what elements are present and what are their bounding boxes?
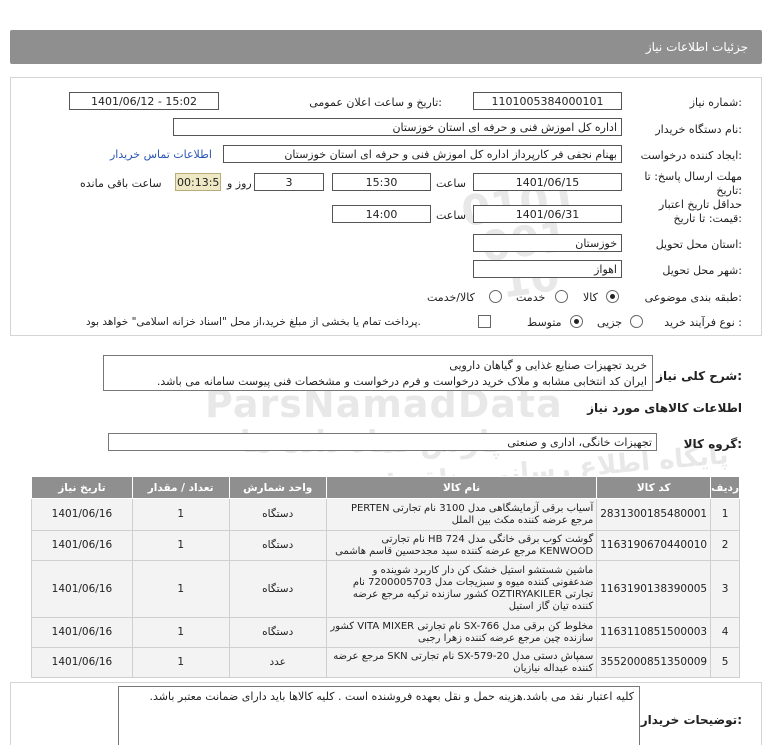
row-name: مخلوط کن برقی مدل SX-766 نام تجارتی VITA… [325,617,598,648]
category-goods-service-label: کالا/خدمت [427,291,475,304]
row-code: 2831300185480001 [596,498,712,531]
row-unit: دستگاه [228,530,327,561]
need-number-label: شماره نیاز: [689,96,742,109]
buyer-contact-link[interactable]: اطلاعات تماس خریدار [110,148,212,161]
category-radio-goods[interactable] [606,290,619,303]
deadline-time-field: 15:30 [332,173,431,191]
row-qty: 1 [131,560,230,618]
process-minor-label: جزیی [597,316,623,329]
city-field: اهواز [473,260,622,278]
row-code: 1163110851500003 [596,617,712,648]
row-name: ماشین شستشو استیل خشک کن دار کاربرد شوین… [325,560,598,618]
category-radio-goods-service[interactable] [489,290,502,303]
col-date: تاریخ نیاز [31,476,133,499]
row-code: 1163190138390005 [596,560,712,618]
province-label: استان محل تحویل: [655,238,742,251]
col-unit: واحد شمارش [228,476,327,499]
row-date: 1401/06/16 [31,530,133,561]
table-row: 4 1163110851500003 مخلوط کن برقی مدل SX-… [31,617,740,648]
row-unit: دستگاه [228,617,327,648]
summary-line-1: خرید تجهیزات صنایع غذایی و گیاهان دارویی [449,359,647,372]
table-row: 3 1163190138390005 ماشین شستشو استیل خشک… [31,560,740,618]
process-radio-medium[interactable] [570,315,583,328]
row-index: 4 [710,617,740,648]
row-unit: دستگاه [228,498,327,531]
row-index: 1 [710,498,740,531]
page-header: جزئیات اطلاعات نیاز [10,30,762,64]
deadline-label: مهلت ارسال پاسخ: تا تاریخ: [644,170,742,197]
buyer-org-field: اداره کل اموزش فنی و حرفه ای استان خوزست… [173,118,622,136]
treasury-payment-note: پرداخت تمام یا بخشی از مبلغ خرید،از محل … [86,316,421,328]
col-name: نام کالا [325,476,598,499]
row-qty: 1 [131,617,230,648]
buyer-notes-box: کلیه اعتبار نقد می باشد.هزینه حمل و نقل … [118,686,640,745]
remaining-timer: 00:13:51 [175,173,221,191]
summary-box: خرید تجهیزات صنایع غذایی و گیاهان دارویی… [103,355,653,391]
days-label: روز و [227,177,252,190]
remaining-label: ساعت باقی مانده [80,177,162,190]
col-code: کد کالا [596,476,712,499]
row-index: 2 [710,530,740,561]
goods-table: ردیف کد کالا نام کالا واحد شمارش تعداد /… [31,476,740,678]
summary-label: شرح کلی نیاز: [656,369,742,383]
category-goods-label: کالا [583,291,598,304]
row-qty: 1 [131,530,230,561]
row-name: گوشت کوب برقی خانگی مدل HB 724 نام تجارت… [325,530,598,561]
process-radio-minor[interactable] [630,315,643,328]
province-field: خوزستان [473,234,622,252]
row-date: 1401/06/16 [31,647,133,678]
validity-date-field: 1401/06/31 [473,205,622,223]
row-qty: 1 [131,498,230,531]
category-radio-service[interactable] [555,290,568,303]
process-medium-label: متوسط [527,316,562,329]
row-index: 5 [710,647,740,678]
row-unit: عدد [228,647,327,678]
row-unit: دستگاه [228,560,327,618]
announce-field: 1401/06/12 - 15:02 [69,92,219,110]
table-row: 2 1163190670440010 گوشت کوب برقی خانگی م… [31,530,740,561]
row-name: سمپاش دستی مدل SX-579-20 نام تجارتی SKN … [325,647,598,678]
goods-group-field: تجهیزات خانگی، اداری و صنعتی [108,433,657,451]
col-index: ردیف [710,476,740,499]
row-code: 3552000851350009 [596,647,712,678]
goods-table-header: ردیف کد کالا نام کالا واحد شمارش تعداد /… [31,476,740,499]
validity-label: حداقل تاریخ اعتبار قیمت: تا تاریخ: [658,198,742,225]
need-number-field: 1101005384000101 [473,92,622,110]
table-row: 1 2831300185480001 آسیاب برقی آزمایشگاهی… [31,498,740,531]
buyer-notes-label: توضیحات خریدار: [640,713,742,727]
row-date: 1401/06/16 [31,498,133,531]
row-date: 1401/06/16 [31,617,133,648]
requester-field: بهنام نجفی فر کارپرداز اداره کل اموزش فن… [223,145,622,163]
col-qty: تعداد / مقدار [131,476,230,499]
row-code: 1163190670440010 [596,530,712,561]
deadline-date-field: 1401/06/15 [473,173,622,191]
row-name: آسیاب برقی آزمایشگاهی مدل 3100 نام تجارت… [325,498,598,531]
deadline-time-label: ساعت [436,177,466,190]
requester-label: ایجاد کننده درخواست: [640,149,742,162]
row-date: 1401/06/16 [31,560,133,618]
treasury-payment-checkbox[interactable] [478,315,491,328]
page-title: جزئیات اطلاعات نیاز [645,40,748,54]
category-label: طبقه بندی موضوعی: [644,291,742,304]
goods-section-title: اطلاعات کالاهای مورد نیاز [587,401,742,415]
city-label: شهر محل تحویل: [662,264,742,277]
summary-line-2: ایران کد انتخابی مشابه و ملاک خرید درخوا… [156,375,647,388]
buyer-org-label: نام دستگاه خریدار: [655,123,742,136]
days-field: 3 [254,173,324,191]
row-index: 3 [710,560,740,618]
process-label: نوع فرآیند خرید : [664,316,742,329]
row-qty: 1 [131,647,230,678]
validity-time-field: 14:00 [332,205,431,223]
validity-time-label: ساعت [436,209,466,222]
goods-group-label: گروه کالا: [683,437,742,451]
table-row: 5 3552000851350009 سمپاش دستی مدل SX-579… [31,647,740,678]
announce-label: تاریخ و ساعت اعلان عمومی: [309,96,442,109]
category-service-label: خدمت [516,291,546,304]
